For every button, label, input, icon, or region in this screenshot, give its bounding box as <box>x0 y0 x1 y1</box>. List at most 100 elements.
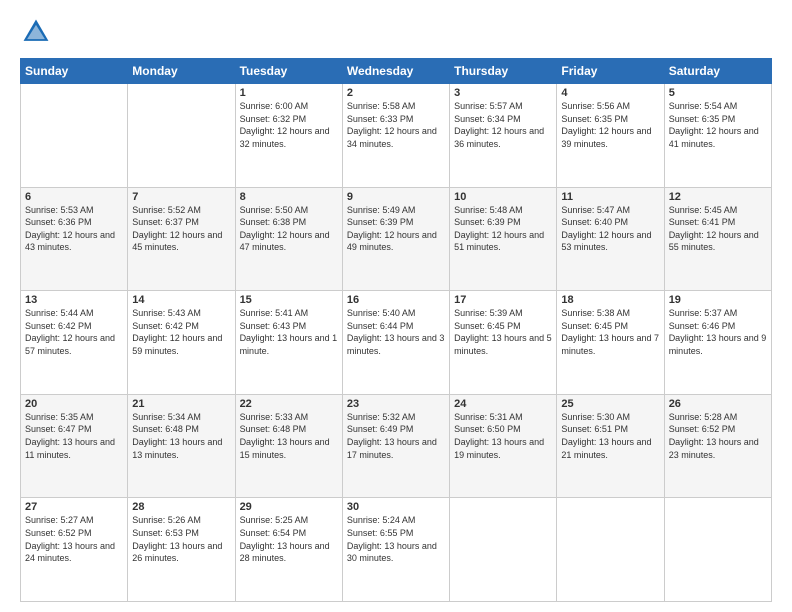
daylight-text: Daylight: 12 hours and 57 minutes. <box>25 332 123 357</box>
day-number: 11 <box>561 191 659 203</box>
daylight-text: Daylight: 13 hours and 24 minutes. <box>25 540 123 565</box>
day-info: Sunrise: 5:34 AM Sunset: 6:48 PM Dayligh… <box>132 411 230 461</box>
daylight-text: Daylight: 12 hours and 41 minutes. <box>669 125 767 150</box>
sunrise-text: Sunrise: 5:56 AM <box>561 100 659 113</box>
calendar-cell: 17 Sunrise: 5:39 AM Sunset: 6:45 PM Dayl… <box>450 291 557 395</box>
day-info: Sunrise: 5:44 AM Sunset: 6:42 PM Dayligh… <box>25 307 123 357</box>
day-info: Sunrise: 5:52 AM Sunset: 6:37 PM Dayligh… <box>132 204 230 254</box>
day-number: 26 <box>669 398 767 410</box>
day-number: 29 <box>240 501 338 513</box>
calendar-cell <box>128 84 235 188</box>
daylight-text: Daylight: 13 hours and 9 minutes. <box>669 332 767 357</box>
day-number: 6 <box>25 191 123 203</box>
week-row-5: 27 Sunrise: 5:27 AM Sunset: 6:52 PM Dayl… <box>21 498 772 602</box>
calendar-cell: 2 Sunrise: 5:58 AM Sunset: 6:33 PM Dayli… <box>342 84 449 188</box>
day-info: Sunrise: 5:24 AM Sunset: 6:55 PM Dayligh… <box>347 514 445 564</box>
sunset-text: Sunset: 6:47 PM <box>25 423 123 436</box>
sunset-text: Sunset: 6:52 PM <box>25 527 123 540</box>
day-number: 18 <box>561 294 659 306</box>
page: SundayMondayTuesdayWednesdayThursdayFrid… <box>0 0 792 612</box>
day-number: 12 <box>669 191 767 203</box>
calendar-cell: 3 Sunrise: 5:57 AM Sunset: 6:34 PM Dayli… <box>450 84 557 188</box>
day-info: Sunrise: 5:49 AM Sunset: 6:39 PM Dayligh… <box>347 204 445 254</box>
sunset-text: Sunset: 6:41 PM <box>669 216 767 229</box>
calendar-cell: 9 Sunrise: 5:49 AM Sunset: 6:39 PM Dayli… <box>342 187 449 291</box>
day-number: 19 <box>669 294 767 306</box>
calendar-cell: 1 Sunrise: 6:00 AM Sunset: 6:32 PM Dayli… <box>235 84 342 188</box>
weekday-header-friday: Friday <box>557 59 664 84</box>
calendar-cell: 22 Sunrise: 5:33 AM Sunset: 6:48 PM Dayl… <box>235 394 342 498</box>
sunset-text: Sunset: 6:42 PM <box>25 320 123 333</box>
day-number: 23 <box>347 398 445 410</box>
day-number: 27 <box>25 501 123 513</box>
daylight-text: Daylight: 13 hours and 15 minutes. <box>240 436 338 461</box>
calendar-cell: 23 Sunrise: 5:32 AM Sunset: 6:49 PM Dayl… <box>342 394 449 498</box>
sunset-text: Sunset: 6:35 PM <box>669 113 767 126</box>
sunrise-text: Sunrise: 5:32 AM <box>347 411 445 424</box>
calendar-cell <box>664 498 771 602</box>
calendar-cell: 24 Sunrise: 5:31 AM Sunset: 6:50 PM Dayl… <box>450 394 557 498</box>
day-info: Sunrise: 5:31 AM Sunset: 6:50 PM Dayligh… <box>454 411 552 461</box>
sunrise-text: Sunrise: 5:40 AM <box>347 307 445 320</box>
sunrise-text: Sunrise: 5:31 AM <box>454 411 552 424</box>
daylight-text: Daylight: 13 hours and 26 minutes. <box>132 540 230 565</box>
sunset-text: Sunset: 6:42 PM <box>132 320 230 333</box>
daylight-text: Daylight: 12 hours and 45 minutes. <box>132 229 230 254</box>
day-number: 28 <box>132 501 230 513</box>
sunset-text: Sunset: 6:34 PM <box>454 113 552 126</box>
day-number: 14 <box>132 294 230 306</box>
daylight-text: Daylight: 13 hours and 30 minutes. <box>347 540 445 565</box>
calendar-cell: 8 Sunrise: 5:50 AM Sunset: 6:38 PM Dayli… <box>235 187 342 291</box>
day-info: Sunrise: 6:00 AM Sunset: 6:32 PM Dayligh… <box>240 100 338 150</box>
day-number: 7 <box>132 191 230 203</box>
sunset-text: Sunset: 6:43 PM <box>240 320 338 333</box>
day-info: Sunrise: 5:28 AM Sunset: 6:52 PM Dayligh… <box>669 411 767 461</box>
daylight-text: Daylight: 13 hours and 19 minutes. <box>454 436 552 461</box>
sunrise-text: Sunrise: 5:57 AM <box>454 100 552 113</box>
calendar-cell <box>450 498 557 602</box>
sunrise-text: Sunrise: 5:44 AM <box>25 307 123 320</box>
daylight-text: Daylight: 13 hours and 13 minutes. <box>132 436 230 461</box>
sunrise-text: Sunrise: 5:53 AM <box>25 204 123 217</box>
calendar-cell: 12 Sunrise: 5:45 AM Sunset: 6:41 PM Dayl… <box>664 187 771 291</box>
calendar-cell: 30 Sunrise: 5:24 AM Sunset: 6:55 PM Dayl… <box>342 498 449 602</box>
day-number: 25 <box>561 398 659 410</box>
sunset-text: Sunset: 6:49 PM <box>347 423 445 436</box>
weekday-header-row: SundayMondayTuesdayWednesdayThursdayFrid… <box>21 59 772 84</box>
sunset-text: Sunset: 6:54 PM <box>240 527 338 540</box>
calendar-cell: 28 Sunrise: 5:26 AM Sunset: 6:53 PM Dayl… <box>128 498 235 602</box>
sunrise-text: Sunrise: 5:37 AM <box>669 307 767 320</box>
sunrise-text: Sunrise: 5:26 AM <box>132 514 230 527</box>
calendar-cell: 25 Sunrise: 5:30 AM Sunset: 6:51 PM Dayl… <box>557 394 664 498</box>
day-number: 4 <box>561 87 659 99</box>
sunset-text: Sunset: 6:44 PM <box>347 320 445 333</box>
calendar-cell <box>557 498 664 602</box>
week-row-3: 13 Sunrise: 5:44 AM Sunset: 6:42 PM Dayl… <box>21 291 772 395</box>
day-info: Sunrise: 5:30 AM Sunset: 6:51 PM Dayligh… <box>561 411 659 461</box>
week-row-2: 6 Sunrise: 5:53 AM Sunset: 6:36 PM Dayli… <box>21 187 772 291</box>
daylight-text: Daylight: 12 hours and 51 minutes. <box>454 229 552 254</box>
calendar-cell: 4 Sunrise: 5:56 AM Sunset: 6:35 PM Dayli… <box>557 84 664 188</box>
calendar-cell <box>21 84 128 188</box>
sunrise-text: Sunrise: 5:58 AM <box>347 100 445 113</box>
sunset-text: Sunset: 6:37 PM <box>132 216 230 229</box>
day-number: 8 <box>240 191 338 203</box>
daylight-text: Daylight: 13 hours and 3 minutes. <box>347 332 445 357</box>
week-row-1: 1 Sunrise: 6:00 AM Sunset: 6:32 PM Dayli… <box>21 84 772 188</box>
sunset-text: Sunset: 6:53 PM <box>132 527 230 540</box>
daylight-text: Daylight: 13 hours and 11 minutes. <box>25 436 123 461</box>
daylight-text: Daylight: 12 hours and 47 minutes. <box>240 229 338 254</box>
sunrise-text: Sunrise: 5:54 AM <box>669 100 767 113</box>
sunset-text: Sunset: 6:50 PM <box>454 423 552 436</box>
daylight-text: Daylight: 12 hours and 55 minutes. <box>669 229 767 254</box>
day-info: Sunrise: 5:37 AM Sunset: 6:46 PM Dayligh… <box>669 307 767 357</box>
daylight-text: Daylight: 12 hours and 34 minutes. <box>347 125 445 150</box>
day-info: Sunrise: 5:45 AM Sunset: 6:41 PM Dayligh… <box>669 204 767 254</box>
day-number: 20 <box>25 398 123 410</box>
day-number: 1 <box>240 87 338 99</box>
day-info: Sunrise: 5:57 AM Sunset: 6:34 PM Dayligh… <box>454 100 552 150</box>
sunrise-text: Sunrise: 5:52 AM <box>132 204 230 217</box>
sunset-text: Sunset: 6:46 PM <box>669 320 767 333</box>
calendar-cell: 20 Sunrise: 5:35 AM Sunset: 6:47 PM Dayl… <box>21 394 128 498</box>
sunrise-text: Sunrise: 6:00 AM <box>240 100 338 113</box>
